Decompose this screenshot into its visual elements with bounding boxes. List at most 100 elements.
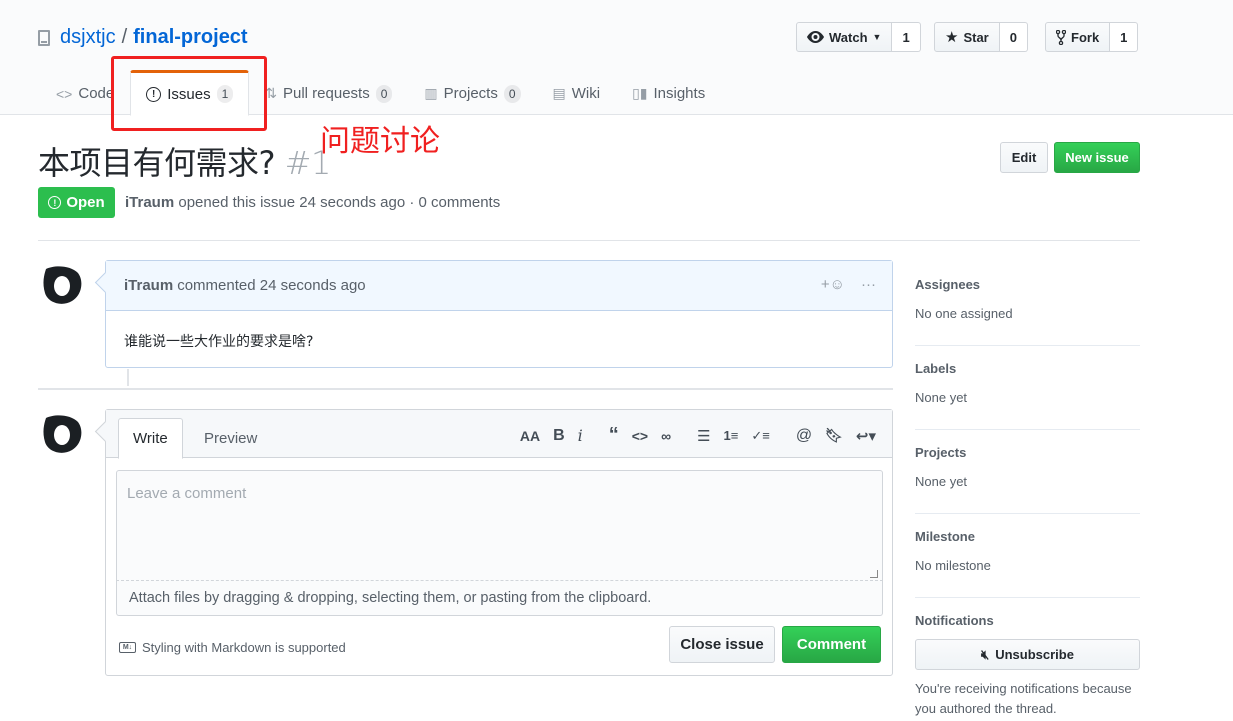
comment-placeholder: Leave a comment bbox=[127, 485, 247, 502]
avatar[interactable] bbox=[40, 263, 84, 307]
star-label: Star bbox=[963, 29, 989, 45]
code-icon[interactable]: <> bbox=[632, 428, 648, 444]
tab-write[interactable]: Write bbox=[118, 418, 183, 459]
issue-meta: iTraum opened this issue 24 seconds ago … bbox=[125, 194, 500, 211]
tab-preview[interactable]: Preview bbox=[190, 418, 271, 459]
star-button[interactable]: ★ Star bbox=[934, 22, 1000, 52]
watch-group: Watch ▼ 1 bbox=[796, 22, 921, 52]
add-reaction-icon[interactable]: +☺ bbox=[821, 276, 845, 293]
tab-projects[interactable]: ▥ Projects 0 bbox=[408, 70, 536, 115]
tab-insights-label: Insights bbox=[653, 85, 706, 102]
comment-author-link[interactable]: iTraum bbox=[124, 277, 173, 294]
comment-timestamp: commented 24 seconds ago bbox=[177, 277, 366, 294]
kebab-menu-icon[interactable]: ··· bbox=[861, 276, 876, 293]
fork-group: Fork 1 bbox=[1045, 22, 1139, 52]
task-list-icon[interactable]: ✓≡ bbox=[751, 428, 769, 444]
tab-wiki[interactable]: ▤ Wiki bbox=[537, 70, 617, 115]
fork-label: Fork bbox=[1071, 29, 1100, 45]
git-pull-request-icon: ⇅ bbox=[265, 85, 277, 101]
notifications-heading: Notifications bbox=[915, 613, 994, 628]
edit-button[interactable]: Edit bbox=[1000, 142, 1048, 173]
italic-icon[interactable]: i bbox=[578, 426, 583, 445]
labels-heading: Labels bbox=[915, 361, 957, 376]
mute-icon: 🔇︎ bbox=[981, 646, 990, 662]
bold-icon[interactable]: B bbox=[553, 427, 565, 445]
header-divider bbox=[38, 240, 1140, 241]
markdown-icon: M↓ bbox=[119, 642, 136, 653]
repo-title: dsjxtjc / final-project bbox=[38, 26, 248, 49]
tab-pull-requests-label: Pull requests bbox=[283, 85, 370, 102]
sidebar-projects[interactable]: Projects None yet bbox=[915, 430, 1140, 514]
issue-opened-icon: ! bbox=[48, 196, 62, 209]
project-icon: ▥ bbox=[424, 85, 438, 101]
sidebar-notifications: Notifications 🔇︎ Unsubscribe You're rece… bbox=[915, 598, 1140, 716]
comment-tools: +☺ ··· bbox=[821, 276, 876, 293]
milestone-heading: Milestone bbox=[915, 529, 975, 544]
issue-title: 本项目有何需求? #1 bbox=[38, 138, 331, 184]
code-icon: <> bbox=[56, 85, 73, 102]
sidebar-milestone[interactable]: Milestone No milestone bbox=[915, 514, 1140, 598]
fork-button[interactable]: Fork bbox=[1045, 22, 1111, 52]
annotation-highlight-box bbox=[111, 56, 267, 131]
issue-sidebar: Assignees No one assigned Labels None ye… bbox=[915, 262, 1140, 716]
attach-files-area[interactable]: Attach files by dragging & dropping, sel… bbox=[116, 581, 883, 616]
watch-button[interactable]: Watch ▼ bbox=[796, 22, 893, 52]
star-icon: ★ bbox=[945, 29, 959, 46]
markdown-note-text[interactable]: Styling with Markdown is supported bbox=[142, 640, 346, 655]
notifications-note: You're receiving notifications because y… bbox=[915, 681, 1132, 716]
projects-heading: Projects bbox=[915, 445, 967, 460]
tab-insights[interactable]: ▯▮ Insights bbox=[616, 70, 721, 115]
unsubscribe-label: Unsubscribe bbox=[995, 647, 1074, 662]
annotation-label: 问题讨论 bbox=[320, 124, 440, 159]
ordered-list-icon[interactable]: 1≡ bbox=[724, 428, 739, 443]
comment-header: iTraum commented 24 seconds ago +☺ ··· bbox=[106, 261, 892, 311]
sidebar-assignees[interactable]: Assignees No one assigned bbox=[915, 262, 1140, 346]
issue-author-link[interactable]: iTraum bbox=[125, 194, 174, 211]
unordered-list-icon[interactable]: ☰ bbox=[697, 427, 710, 445]
header-text-icon[interactable]: AA bbox=[520, 428, 540, 444]
fork-icon bbox=[1056, 29, 1066, 45]
watch-count[interactable]: 1 bbox=[892, 22, 921, 52]
status-badge-label: Open bbox=[66, 194, 105, 211]
comment-button[interactable]: Comment bbox=[782, 626, 881, 663]
tab-projects-label: Projects bbox=[443, 85, 498, 102]
close-issue-button[interactable]: Close issue bbox=[669, 626, 775, 663]
repo-name-link[interactable]: final-project bbox=[133, 26, 247, 49]
resize-handle[interactable] bbox=[870, 570, 878, 578]
labels-value: None yet bbox=[915, 390, 968, 405]
unsubscribe-button[interactable]: 🔇︎ Unsubscribe bbox=[915, 639, 1140, 670]
repo-separator: / bbox=[121, 26, 128, 48]
avatar[interactable] bbox=[40, 412, 84, 456]
new-issue-button[interactable]: New issue bbox=[1054, 142, 1140, 173]
projects-counter: 0 bbox=[503, 84, 521, 103]
mention-icon[interactable]: @ bbox=[796, 427, 812, 445]
tab-wiki-label: Wiki bbox=[571, 85, 601, 102]
issue-title-text: 本项目有何需求? bbox=[38, 144, 276, 182]
issue-number: #1 bbox=[284, 144, 332, 182]
pull-requests-counter: 0 bbox=[375, 84, 393, 103]
fork-count[interactable]: 1 bbox=[1110, 22, 1139, 52]
markdown-note: M↓ Styling with Markdown is supported bbox=[119, 640, 346, 655]
comment-form-header: Write Preview AA B i “ <> ∞ ☰ 1≡ ✓≡ @ 🔖︎… bbox=[106, 410, 892, 459]
comment-body: 谁能说一些大作业的要求是啥? bbox=[124, 334, 314, 350]
star-group: ★ Star 0 bbox=[934, 22, 1028, 52]
quote-icon[interactable]: “ bbox=[609, 424, 619, 447]
comment-textarea[interactable]: Leave a comment bbox=[116, 470, 883, 581]
tab-code-label: Code bbox=[78, 85, 115, 102]
star-count[interactable]: 0 bbox=[999, 22, 1028, 52]
timeline-divider bbox=[38, 388, 893, 390]
repo-icon bbox=[38, 29, 50, 46]
graph-icon: ▯▮ bbox=[632, 85, 648, 101]
sidebar-labels[interactable]: Labels None yet bbox=[915, 346, 1140, 430]
repo-owner-link[interactable]: dsjxtjc bbox=[60, 26, 116, 49]
markdown-toolbar: AA B i “ <> ∞ ☰ 1≡ ✓≡ @ 🔖︎ ↩▾ bbox=[507, 424, 876, 447]
link-icon[interactable]: ∞ bbox=[661, 428, 671, 444]
issue-meta-text: opened this issue 24 seconds ago · 0 com… bbox=[178, 194, 501, 211]
assignees-value: No one assigned bbox=[915, 306, 1013, 321]
tab-pull-requests[interactable]: ⇅ Pull requests 0 bbox=[249, 70, 408, 115]
projects-value: None yet bbox=[915, 474, 968, 489]
book-icon: ▤ bbox=[552, 85, 566, 101]
reply-icon[interactable]: ↩▾ bbox=[856, 427, 876, 445]
bookmark-icon[interactable]: 🔖︎ bbox=[825, 427, 843, 444]
status-badge: ! Open bbox=[38, 187, 115, 218]
